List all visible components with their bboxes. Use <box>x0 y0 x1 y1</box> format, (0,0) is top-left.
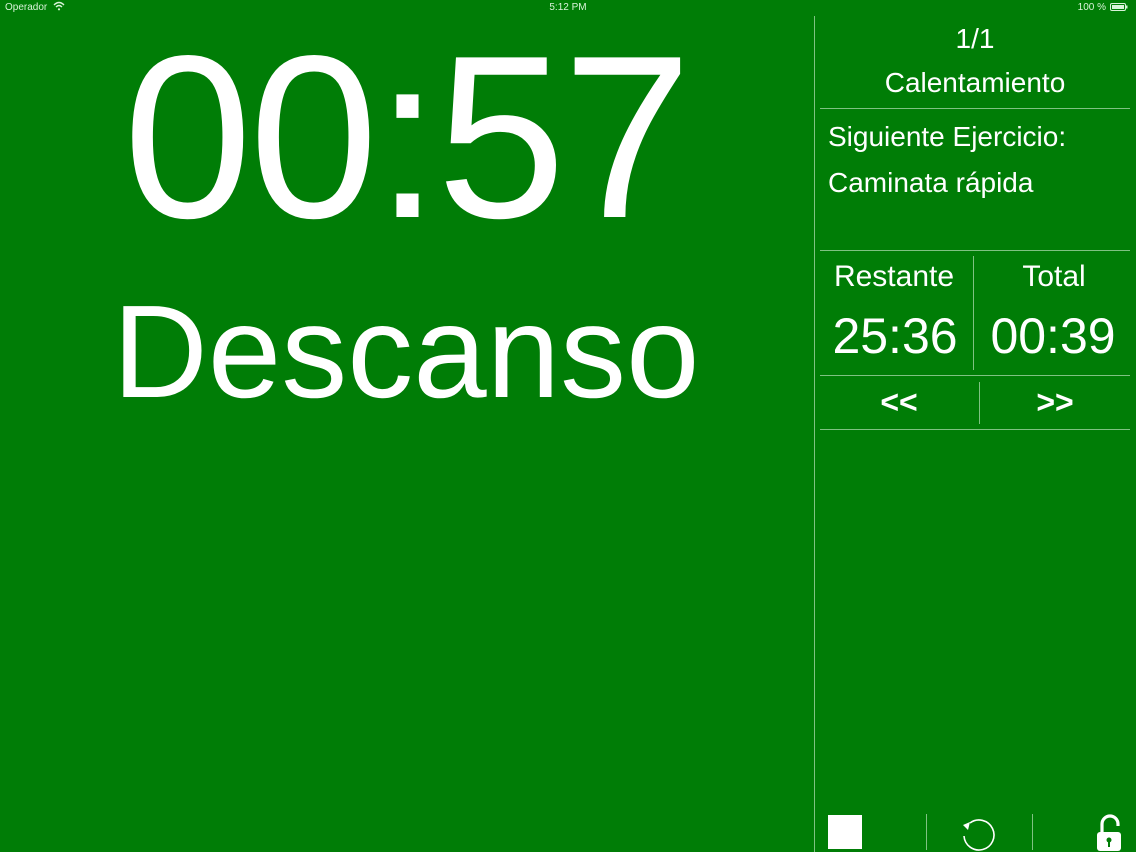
battery-percent: 100 % <box>1077 2 1106 13</box>
workout-info-panel: 1/1 Calentamiento Siguiente Ejercicio: C… <box>820 16 1130 852</box>
divider <box>820 108 1130 109</box>
main-timer: 00:57 <box>123 8 692 267</box>
phase-title: Calentamiento <box>884 67 1066 98</box>
divider <box>820 250 1130 251</box>
divider <box>926 814 927 850</box>
unlock-icon[interactable] <box>1094 812 1124 852</box>
total-label: Total <box>1022 260 1086 293</box>
interval-status: Descanso <box>112 278 700 425</box>
divider <box>1032 814 1033 850</box>
total-time: 00:39 <box>990 308 1116 364</box>
battery-icon <box>1110 3 1128 11</box>
previous-button[interactable]: << <box>820 382 978 426</box>
divider <box>973 256 974 370</box>
next-exercise-name: Caminata rápida <box>828 167 1034 198</box>
round-counter: 1/1 <box>955 23 995 54</box>
remaining-time: 25:36 <box>832 308 958 364</box>
next-exercise-label: Siguiente Ejercicio: <box>828 121 1067 152</box>
panel-divider <box>814 16 815 852</box>
stop-icon[interactable] <box>828 815 862 849</box>
remaining-label: Restante <box>833 260 955 293</box>
divider <box>820 429 1130 430</box>
restart-icon[interactable] <box>958 814 998 852</box>
next-button[interactable]: >> <box>980 382 1130 426</box>
divider <box>820 375 1130 376</box>
